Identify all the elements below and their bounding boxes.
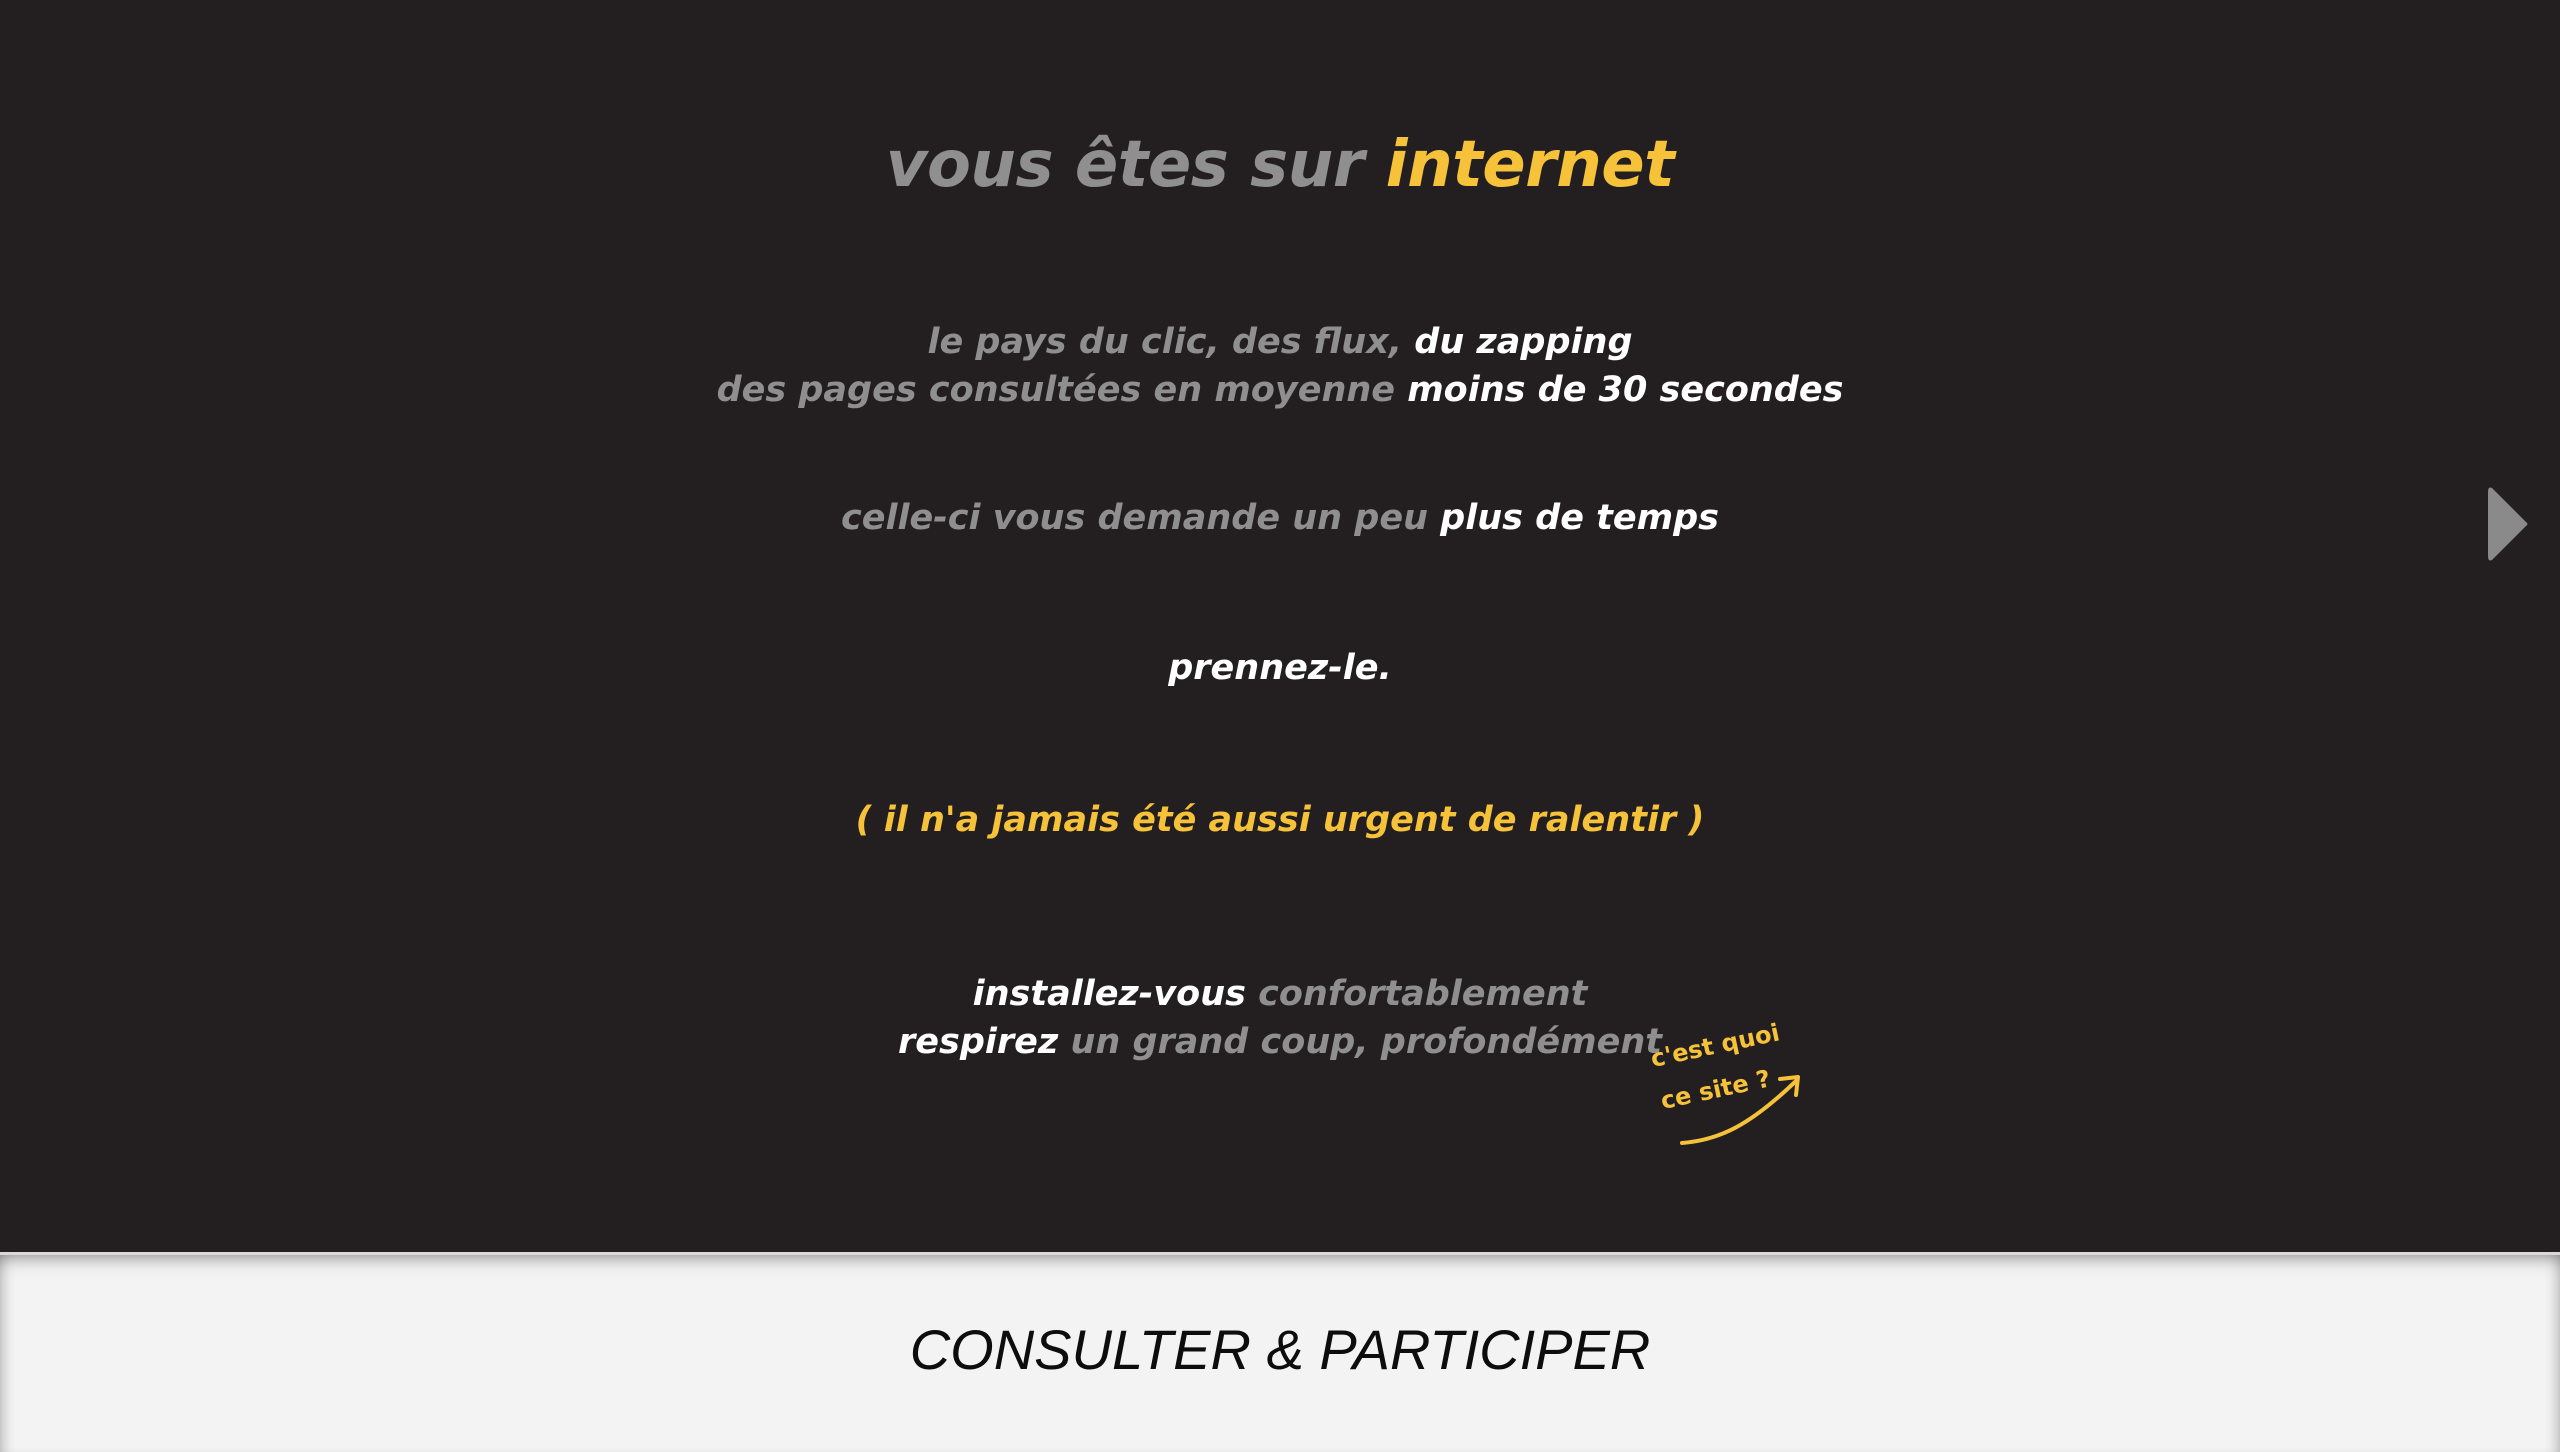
- intro-panel: vous êtes sur internet le pays du clic, …: [0, 0, 2560, 1252]
- intro-line-6: installez-vous confortablement: [0, 970, 2560, 1018]
- chevron-right-icon[interactable]: [2486, 484, 2530, 564]
- line-3-white: plus de temps: [1440, 498, 1719, 538]
- curved-arrow-icon: [1680, 1075, 1800, 1145]
- headline-part1: vous êtes sur: [885, 128, 1386, 202]
- line-1-grey: le pays du clic, des flux,: [927, 322, 1415, 362]
- intro-line-3: celle-ci vous demande un peu plus de tem…: [0, 494, 2560, 542]
- intro-line-1: le pays du clic, des flux, du zapping: [0, 318, 2560, 366]
- line-6-grey: confortablement: [1258, 974, 1588, 1014]
- line-3-grey: celle-ci vous demande un peu: [841, 498, 1441, 538]
- line-4-white: prennez-le.: [1168, 648, 1392, 688]
- line-5-yellow: ( il n'a jamais été aussi urgent de rale…: [855, 800, 1705, 840]
- footer-bar: CONSULTER & PARTICIPER: [0, 1255, 2560, 1452]
- line-2-white: moins de 30 secondes: [1407, 370, 1844, 410]
- intro-line-7: respirez un grand coup, profondément: [0, 1018, 2560, 1066]
- line-7-grey: un grand coup, profondément: [1070, 1022, 1662, 1062]
- line-7-white: respirez: [898, 1022, 1071, 1062]
- line-2-grey: des pages consultées en moyenne: [716, 370, 1408, 410]
- about-site-link[interactable]: c'est quoi ce site ?: [1640, 1018, 1820, 1155]
- intro-line-5: ( il n'a jamais été aussi urgent de rale…: [0, 796, 2560, 844]
- headline: vous êtes sur internet: [0, 122, 2560, 208]
- line-1-white: du zapping: [1414, 322, 1633, 362]
- intro-line-4: prennez-le.: [0, 644, 2560, 692]
- line-6-white: installez-vous: [972, 974, 1259, 1014]
- intro-line-2: des pages consultées en moyenne moins de…: [0, 366, 2560, 414]
- headline-part2: internet: [1385, 128, 1675, 202]
- consulter-participer-button[interactable]: CONSULTER & PARTICIPER: [0, 1315, 2560, 1385]
